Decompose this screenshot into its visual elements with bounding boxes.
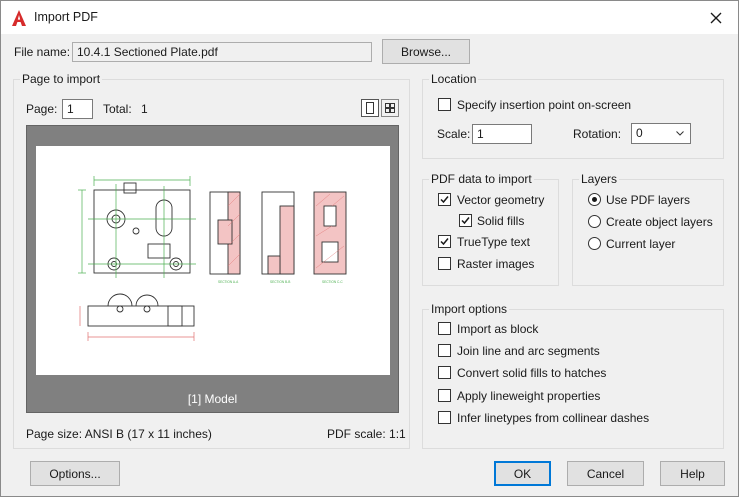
checkmark-icon [461, 217, 470, 225]
total-label: Total: [103, 102, 132, 116]
page-size-label: Page size: ANSI B (17 x 11 inches) [26, 427, 212, 441]
raster-images-label: Raster images [457, 257, 535, 271]
checkmark-icon [440, 196, 449, 204]
truetype-text-checkbox[interactable] [438, 235, 451, 248]
infer-linetypes-label: Infer linetypes from collinear dashes [457, 411, 650, 425]
page-label: Page: [26, 102, 58, 116]
import-options-title: Import options [429, 302, 510, 316]
apply-lineweight-checkbox[interactable] [438, 389, 451, 402]
convert-fills-checkbox[interactable] [438, 366, 451, 379]
current-layer-label: Current layer [606, 237, 676, 251]
join-segments-label: Join line and arc segments [457, 344, 600, 358]
infer-linetypes-checkbox[interactable] [438, 411, 451, 424]
pdf-data-title: PDF data to import [429, 172, 534, 186]
grid-view-button[interactable] [381, 99, 399, 117]
vector-geometry-label: Vector geometry [457, 193, 545, 207]
single-page-view-button[interactable] [361, 99, 379, 117]
grid-view-icon [385, 103, 395, 113]
solid-fills-checkbox[interactable] [459, 214, 472, 227]
checkmark-icon [440, 238, 449, 246]
chevron-down-icon [676, 131, 684, 136]
create-object-layers-radio[interactable] [588, 215, 601, 228]
use-pdf-layers-label: Use PDF layers [606, 193, 691, 207]
import-pdf-dialog: Import PDF File name: 10.4.1 Sectioned P… [0, 0, 739, 497]
raster-images-checkbox[interactable] [438, 257, 451, 270]
import-as-block-checkbox[interactable] [438, 322, 451, 335]
convert-fills-label: Convert solid fills to hatches [457, 366, 607, 380]
browse-button[interactable]: Browse... [382, 39, 470, 64]
dialog-title: Import PDF [34, 10, 98, 24]
specify-insertion-label: Specify insertion point on-screen [457, 98, 632, 112]
svg-text:SECTION B-B: SECTION B-B [270, 280, 290, 284]
file-name-label: File name: [14, 45, 71, 59]
single-page-view-icon [366, 102, 374, 114]
page-number-field[interactable]: 1 [62, 99, 93, 119]
rotation-label: Rotation: [573, 127, 622, 141]
solid-fills-label: Solid fills [477, 214, 525, 228]
layers-title: Layers [579, 172, 620, 186]
svg-text:SECTION A-A: SECTION A-A [218, 280, 239, 284]
scale-field[interactable]: 1 [472, 124, 532, 144]
preview-caption: [1] Model [187, 392, 238, 406]
preview-sheet: SECTION A-A SECTION B-B SECTION C-C [36, 146, 390, 375]
use-pdf-layers-radio[interactable] [588, 193, 601, 206]
import-as-block-label: Import as block [457, 322, 539, 336]
location-title: Location [429, 72, 479, 86]
drawing-thumbnail: SECTION A-A SECTION B-B SECTION C-C [78, 176, 347, 341]
scale-label: Scale: [437, 127, 471, 141]
page-size-value: ANSI B (17 x 11 inches) [84, 427, 212, 441]
title-bar: Import PDF [1, 1, 738, 34]
options-button[interactable]: Options... [30, 461, 120, 486]
total-value: 1 [141, 102, 148, 116]
pdf-scale-label: PDF scale: 1:1 [327, 427, 406, 441]
join-segments-checkbox[interactable] [438, 344, 451, 357]
rotation-value: 0 [636, 126, 643, 140]
cancel-button[interactable]: Cancel [567, 461, 644, 486]
autocad-a-icon [12, 10, 26, 26]
current-layer-radio[interactable] [588, 237, 601, 250]
page-preview: SECTION A-A SECTION B-B SECTION C-C [1] … [26, 125, 399, 413]
page-to-import-title: Page to import [20, 72, 103, 86]
pdf-scale-value: 1:1 [389, 427, 406, 441]
apply-lineweight-label: Apply lineweight properties [457, 389, 601, 403]
rotation-dropdown[interactable]: 0 [631, 123, 691, 144]
specify-insertion-checkbox[interactable] [438, 98, 451, 111]
help-button[interactable]: Help [660, 461, 725, 486]
vector-geometry-checkbox[interactable] [438, 193, 451, 206]
ok-button[interactable]: OK [494, 461, 551, 486]
file-name-field[interactable]: 10.4.1 Sectioned Plate.pdf [72, 42, 372, 62]
create-object-layers-label: Create object layers [606, 215, 713, 229]
truetype-text-label: TrueType text [457, 235, 530, 249]
close-icon [710, 12, 722, 23]
svg-text:SECTION C-C: SECTION C-C [322, 280, 343, 284]
close-button[interactable] [694, 1, 738, 34]
location-group: Location [422, 72, 724, 159]
